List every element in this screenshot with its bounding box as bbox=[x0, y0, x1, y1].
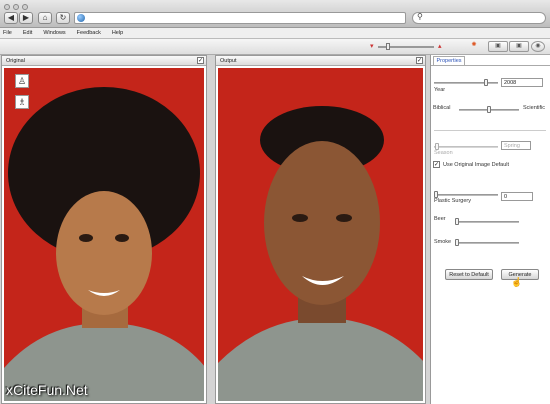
zoom-slider-knob[interactable] bbox=[386, 43, 390, 50]
smoke-label: Smoke bbox=[434, 239, 452, 245]
use-original-label: Use Original Image Default bbox=[443, 162, 510, 168]
use-original-checkbox[interactable]: ✓ bbox=[433, 161, 440, 168]
separator bbox=[434, 130, 546, 131]
output-panel-checkbox[interactable]: ✓ bbox=[416, 57, 423, 64]
beer-slider[interactable] bbox=[455, 218, 519, 225]
output-panel-title: Output bbox=[220, 58, 237, 64]
menu-help[interactable]: Help bbox=[112, 30, 123, 36]
season-field: Spring bbox=[501, 141, 531, 150]
user-icon[interactable]: ♙ bbox=[15, 74, 29, 88]
menu-bar: File Edit Windows Feedback Help bbox=[0, 28, 550, 39]
menu-feedback[interactable]: Feedback bbox=[77, 30, 101, 36]
year-slider-knob[interactable] bbox=[484, 79, 488, 86]
menu-windows[interactable]: Windows bbox=[43, 30, 65, 36]
color-wheel-icon[interactable]: ✺ bbox=[464, 41, 484, 52]
cursor-icon: ☝ bbox=[511, 277, 523, 287]
season-label: Season bbox=[434, 150, 453, 156]
zoom-out-icon[interactable]: ▾ bbox=[370, 42, 374, 50]
original-panel-checkbox[interactable]: ✓ bbox=[197, 57, 204, 64]
forward-icon[interactable]: ▶ bbox=[19, 12, 33, 24]
year-slider[interactable] bbox=[434, 79, 498, 86]
plastic-surgery-knob[interactable] bbox=[434, 191, 438, 198]
tab-divider bbox=[431, 65, 550, 66]
original-panel-header: Original ✓ bbox=[2, 56, 206, 66]
output-photo bbox=[218, 68, 423, 401]
minimize-window-button[interactable] bbox=[13, 4, 19, 10]
watermark: xCiteFun.Net bbox=[6, 382, 88, 398]
close-window-button[interactable] bbox=[4, 4, 10, 10]
biblical-label: Biblical bbox=[433, 105, 451, 111]
tool-button-2[interactable]: ▣ bbox=[509, 41, 529, 52]
search-icon: ⚲ bbox=[417, 12, 423, 21]
plastic-surgery-slider[interactable] bbox=[434, 191, 498, 198]
biblical-scientific-slider[interactable] bbox=[459, 106, 519, 113]
original-photo bbox=[4, 68, 204, 401]
smoke-slider-knob[interactable] bbox=[455, 239, 459, 246]
beer-slider-knob[interactable] bbox=[455, 218, 459, 225]
app-toolbar: ▾ ▴ ✺ ▣ ▣ ◉ bbox=[0, 39, 550, 55]
output-panel-header: Output ✓ bbox=[216, 56, 425, 66]
scientific-label: Scientific bbox=[523, 105, 546, 111]
zoom-window-button[interactable] bbox=[22, 4, 28, 10]
season-slider-knob bbox=[435, 143, 439, 150]
properties-panel: Properties 2008 Year Biblical Scientific… bbox=[430, 55, 550, 404]
original-image: ♙ ♗ bbox=[4, 68, 204, 401]
person-icon[interactable]: ♗ bbox=[15, 95, 29, 109]
tool-button-1[interactable]: ▣ bbox=[488, 41, 508, 52]
search-input[interactable]: ⚲ bbox=[412, 12, 546, 24]
zoom-slider[interactable] bbox=[378, 43, 434, 50]
address-bar[interactable] bbox=[74, 12, 406, 24]
season-slider bbox=[434, 143, 498, 150]
menu-edit[interactable]: Edit bbox=[23, 30, 32, 36]
output-panel: Output ✓ bbox=[215, 55, 426, 404]
home-icon[interactable]: ⌂ bbox=[38, 12, 52, 24]
reset-to-default-button[interactable]: Reset to Default bbox=[445, 269, 493, 280]
menu-file[interactable]: File bbox=[3, 30, 12, 36]
year-label: Year bbox=[434, 87, 446, 93]
smoke-slider[interactable] bbox=[455, 239, 519, 246]
original-panel: Original ✓ ♙ ♗ bbox=[1, 55, 207, 404]
year-field[interactable]: 2008 bbox=[501, 78, 543, 87]
window-controls bbox=[4, 4, 28, 10]
plastic-surgery-field[interactable]: 0 bbox=[501, 192, 533, 201]
reload-icon[interactable]: ↻ bbox=[56, 12, 70, 24]
tab-properties[interactable]: Properties bbox=[433, 56, 465, 65]
biblical-scientific-knob[interactable] bbox=[487, 106, 491, 113]
output-image bbox=[218, 68, 423, 401]
zoom-in-icon[interactable]: ▴ bbox=[438, 42, 442, 50]
original-panel-title: Original bbox=[6, 58, 25, 64]
beer-label: Beer bbox=[434, 216, 446, 222]
back-icon[interactable]: ◀ bbox=[4, 12, 18, 24]
globe-icon bbox=[77, 14, 85, 22]
plastic-surgery-label: Plastic Surgery bbox=[434, 198, 471, 204]
settings-icon[interactable]: ◉ bbox=[531, 41, 545, 52]
browser-toolbar: ◀ ▶ ⌂ ↻ ⚲ bbox=[0, 0, 550, 28]
